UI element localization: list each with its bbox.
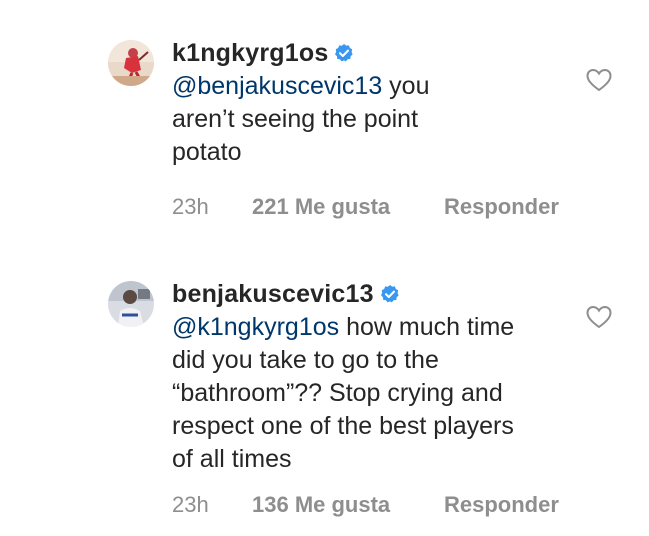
username[interactable]: benjakuscevic13: [172, 280, 374, 309]
heart-icon[interactable]: [586, 305, 612, 329]
timestamp: 23h: [172, 194, 209, 219]
comment-text: @benjakuscevic13 you aren’t seeing the p…: [172, 70, 492, 169]
username[interactable]: k1ngkyrg1os: [172, 39, 328, 68]
timestamp: 23h: [172, 492, 209, 517]
tennis-player-avatar-icon: [108, 40, 154, 86]
likes-count[interactable]: 136 Me gusta: [252, 492, 444, 518]
reply-button[interactable]: Responder: [444, 194, 559, 220]
comment-meta: 23h 136 Me gusta Responder: [172, 492, 559, 518]
reply-button[interactable]: Responder: [444, 492, 559, 518]
verified-badge-icon: [334, 43, 354, 63]
mention-link[interactable]: @k1ngkyrg1os: [172, 313, 339, 341]
avatar[interactable]: [108, 281, 154, 327]
mention-link[interactable]: @benjakuscevic13: [172, 72, 382, 100]
comment-text: @k1ngkyrg1os how much time did you take …: [172, 311, 532, 476]
heart-icon[interactable]: [586, 68, 612, 92]
comment-meta: 23h 221 Me gusta Responder: [172, 194, 559, 220]
verified-badge-icon: [380, 284, 400, 304]
player-photo-avatar-icon: [108, 281, 154, 327]
likes-count[interactable]: 221 Me gusta: [252, 194, 444, 220]
avatar[interactable]: [108, 40, 154, 86]
